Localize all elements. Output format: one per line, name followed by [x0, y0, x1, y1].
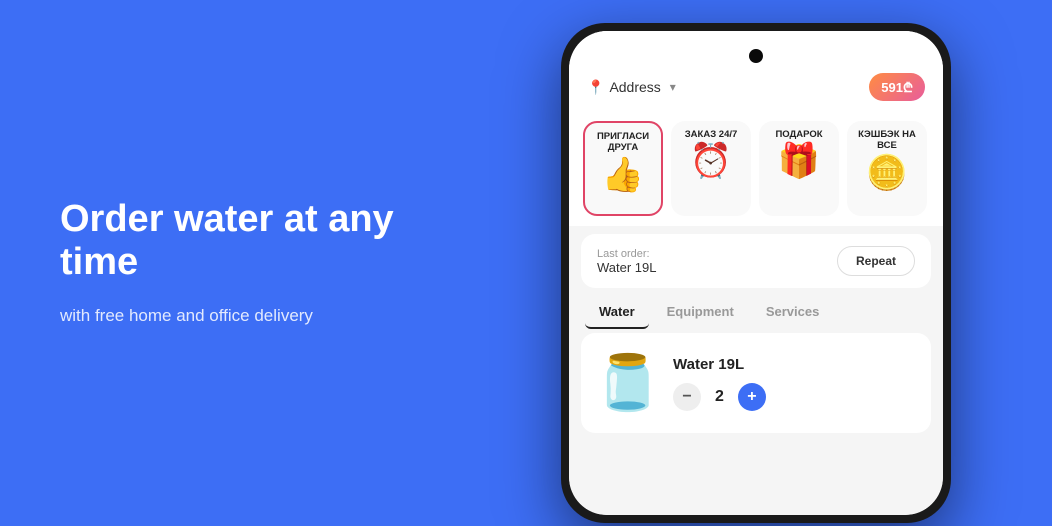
promo-label-order: ЗАКАЗ 24/7	[685, 129, 738, 140]
last-order-label: Last order:	[597, 248, 657, 260]
screen-content: 📍 Address ▾ 591₾ ПРИГЛАСИ ДРУГА 👍	[569, 31, 943, 515]
last-order-value: Water 19L	[597, 260, 657, 275]
last-order-info: Last order: Water 19L	[597, 248, 657, 275]
top-bar: 📍 Address ▾ 591₾	[569, 31, 943, 111]
promo-emoji-order: ⏰	[690, 144, 732, 178]
promo-card-order[interactable]: ЗАКАЗ 24/7 ⏰	[671, 121, 751, 216]
tab-services[interactable]: Services	[752, 296, 834, 329]
promo-card-invite[interactable]: ПРИГЛАСИ ДРУГА 👍	[583, 121, 663, 216]
right-panel: 📍 Address ▾ 591₾ ПРИГЛАСИ ДРУГА 👍	[460, 0, 1052, 526]
promo-emoji-invite: 👍	[602, 158, 644, 192]
left-panel: Order water at any time with free home a…	[0, 0, 460, 526]
address-row[interactable]: 📍 Address ▾	[587, 79, 676, 96]
phone-screen: 📍 Address ▾ 591₾ ПРИГЛАСИ ДРУГА 👍	[569, 31, 943, 515]
tabs-section: Water Equipment Services	[569, 296, 943, 329]
promo-card-cashback[interactable]: КЭШБЭК НА ВСЕ 🪙	[847, 121, 927, 216]
camera-hole	[749, 49, 763, 63]
phone-wrapper: 📍 Address ▾ 591₾ ПРИГЛАСИ ДРУГА 👍	[561, 23, 951, 523]
balance-badge: 591₾	[869, 73, 925, 101]
product-section: 🫙 Water 19L − 2 +	[581, 333, 931, 433]
promo-label-invite: ПРИГЛАСИ ДРУГА	[590, 131, 656, 154]
quantity-increase-button[interactable]: +	[738, 383, 766, 411]
main-heading: Order water at any time	[60, 198, 400, 285]
promo-emoji-cashback: 🪙	[866, 156, 908, 190]
sub-heading: with free home and office delivery	[60, 303, 400, 329]
repeat-button[interactable]: Repeat	[837, 246, 915, 276]
chevron-down-icon: ▾	[670, 80, 676, 94]
product-info: Water 19L − 2 +	[673, 356, 915, 411]
promo-section: ПРИГЛАСИ ДРУГА 👍 ЗАКАЗ 24/7 ⏰ ПОДАРОК 🎁	[569, 111, 943, 226]
tab-water[interactable]: Water	[585, 296, 649, 329]
address-text: Address	[609, 79, 660, 95]
quantity-control: − 2 +	[673, 383, 915, 411]
pin-icon: 📍	[587, 79, 604, 96]
product-image: 🫙	[597, 347, 659, 419]
quantity-decrease-button[interactable]: −	[673, 383, 701, 411]
promo-emoji-gift: 🎁	[778, 144, 820, 178]
left-content: Order water at any time with free home a…	[60, 198, 400, 329]
tab-equipment[interactable]: Equipment	[653, 296, 748, 329]
promo-label-cashback: КЭШБЭК НА ВСЕ	[852, 129, 922, 152]
phone-outer: 📍 Address ▾ 591₾ ПРИГЛАСИ ДРУГА 👍	[561, 23, 951, 523]
last-order-section: Last order: Water 19L Repeat	[581, 234, 931, 288]
product-name: Water 19L	[673, 356, 915, 373]
water-jug-icon: 🫙	[594, 356, 661, 410]
promo-label-gift: ПОДАРОК	[775, 129, 822, 140]
quantity-value: 2	[715, 388, 724, 406]
promo-card-gift[interactable]: ПОДАРОК 🎁	[759, 121, 839, 216]
